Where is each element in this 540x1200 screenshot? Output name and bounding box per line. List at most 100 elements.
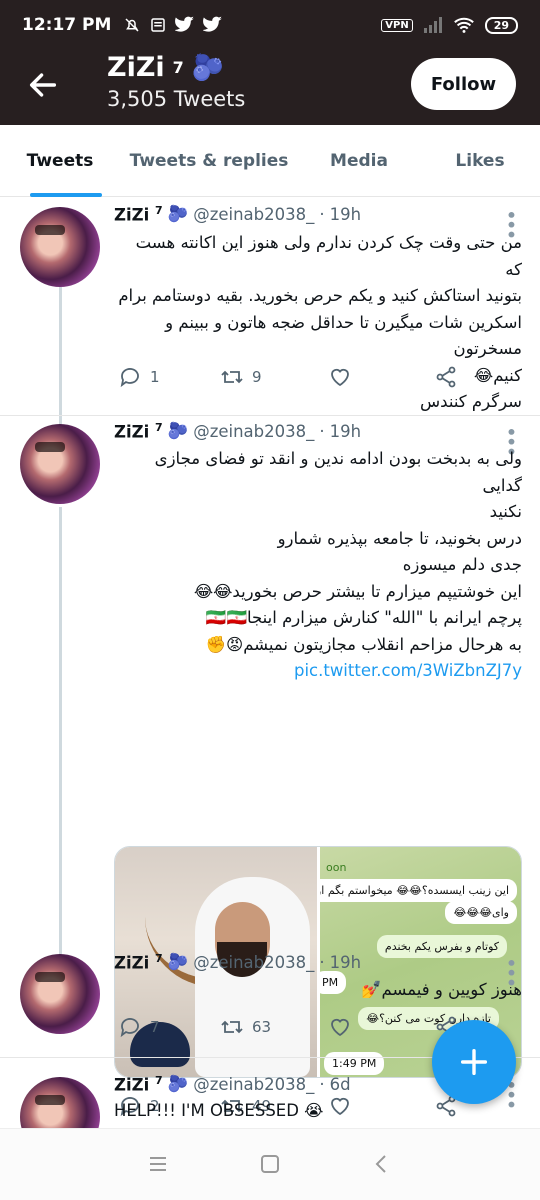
tweet-meta: ZiZi 7 🫐 @zeinab2038_ · 19h xyxy=(114,952,361,973)
status-bar: 12:17 PM VPN 29 xyxy=(0,0,540,50)
author-sup: 7 xyxy=(155,1074,163,1087)
chat-sender: oon xyxy=(326,861,347,874)
reply-count: 1 xyxy=(150,368,160,386)
follow-button[interactable]: Follow xyxy=(411,58,516,110)
tweet-actions: 1 9 xyxy=(114,362,494,392)
blueberry-emoji: 🫐 xyxy=(191,52,225,83)
mute-bell-icon xyxy=(125,18,139,32)
tweet-line: بتونید استاکش کنید و یکم حرص بخورید. بقی… xyxy=(118,286,522,305)
tweet-meta: ZiZi 7 🫐 @zeinab2038_ · 19h xyxy=(114,421,361,442)
tweet-actions: 7 63 xyxy=(114,1012,494,1042)
author-name-text: ZiZi xyxy=(114,205,150,225)
wifi-icon xyxy=(453,17,474,33)
like-button[interactable] xyxy=(328,1015,360,1039)
tweet-time: 6d xyxy=(329,1074,351,1094)
compose-tweet-button[interactable] xyxy=(432,1020,516,1104)
meta-dot: · xyxy=(319,1074,325,1094)
tweet-time: 19h xyxy=(329,421,362,441)
share-icon xyxy=(436,366,456,388)
tab-media[interactable]: Media xyxy=(298,125,420,197)
plus-icon xyxy=(460,1048,488,1076)
chat-bubble: وای😂😂😂 xyxy=(445,901,517,924)
reply-icon xyxy=(120,1018,139,1038)
avatar[interactable] xyxy=(20,1077,100,1128)
avatar[interactable] xyxy=(20,954,100,1034)
tweet-line: نکنید xyxy=(489,502,522,521)
reply-button[interactable]: 7 xyxy=(118,1015,160,1039)
author-name: ZiZi 7 xyxy=(114,952,163,973)
tab-tweets-label: Tweets xyxy=(26,151,94,171)
retweet-icon xyxy=(221,1020,243,1034)
tweet-count: 3,505 Tweets xyxy=(107,87,246,111)
author-handle: @zeinab2038_ xyxy=(193,1074,315,1094)
tweet-line: من حتی وقت چک کردن ندارم ولی هنوز این اک… xyxy=(135,233,522,279)
recents-menu-icon[interactable] xyxy=(147,1153,169,1175)
tab-tweets-replies-label: Tweets & replies xyxy=(129,151,289,171)
tweet-text: ولی به بدبخت بودن ادامه ندین و انقد تو ف… xyxy=(114,446,522,685)
share-button[interactable] xyxy=(434,365,458,389)
author-name: ZiZi 7 xyxy=(114,204,163,225)
tab-active-indicator xyxy=(30,193,102,197)
system-icons: VPN 29 xyxy=(381,16,518,34)
back-chevron-icon[interactable] xyxy=(371,1153,393,1175)
news-icon xyxy=(151,18,166,32)
twitter-bird-icon xyxy=(175,16,195,32)
meta-dot: · xyxy=(319,421,325,441)
tweet-time: 19h xyxy=(329,204,362,224)
author-handle: @zeinab2038_ xyxy=(193,204,315,224)
home-square-icon[interactable] xyxy=(259,1153,281,1175)
tab-tweets-replies[interactable]: Tweets & replies xyxy=(120,125,298,197)
profile-header: ZiZi 7 🫐 3,505 Tweets Follow xyxy=(0,50,540,125)
retweet-button[interactable]: 63 xyxy=(220,1015,271,1039)
avatar[interactable] xyxy=(20,424,100,504)
tweet-line: به هرحال مزاحم انقلاب مجازیتون نمیشم😡✊ xyxy=(205,634,522,654)
tweet-meta: ZiZi 7 🫐 @zeinab2038_ · 19h xyxy=(114,204,361,225)
reply-button[interactable]: 1 xyxy=(118,365,160,389)
vpn-badge: VPN xyxy=(381,18,413,32)
author-handle: @zeinab2038_ xyxy=(193,421,315,441)
author-emoji: 🫐 xyxy=(167,952,189,972)
like-button[interactable] xyxy=(328,365,360,389)
tweet-divider xyxy=(0,415,540,416)
thread-line-2 xyxy=(59,507,62,955)
profile-name-sup: 7 xyxy=(172,58,184,77)
signal-icon xyxy=(423,17,442,33)
profile-tabs: Tweets Tweets & replies Media Likes xyxy=(0,125,540,197)
header-title-block: ZiZi 7 🫐 3,505 Tweets xyxy=(107,52,245,111)
tweet-line: پرچم ایرانم با "الله" کنارش میزارم اینجا… xyxy=(205,608,522,627)
tweet-line: ولی به بدبخت بودن ادامه ندین و انقد تو ف… xyxy=(154,449,522,495)
battery-indicator: 29 xyxy=(484,16,518,34)
author-sup: 7 xyxy=(155,204,163,217)
tweet-meta: ZiZi 7 🫐 @zeinab2038_ · 6d xyxy=(114,1074,351,1095)
tweet-time: 19h xyxy=(329,952,362,972)
author-name: ZiZi 7 xyxy=(114,421,163,442)
notification-icons xyxy=(123,16,223,34)
tweet-line: درس بخونید، تا جامعه بپذیره شمارو xyxy=(277,528,522,548)
thread-line-1 xyxy=(59,287,62,442)
twitter-bird-icon-2 xyxy=(203,16,223,32)
tab-tweets[interactable]: Tweets xyxy=(0,125,120,197)
author-name-text: ZiZi xyxy=(114,1075,150,1095)
chat-bubble: این زینب ایسسده؟😂😂 میخواستم بگم او xyxy=(320,879,517,902)
author-name: ZiZi 7 xyxy=(114,1074,163,1095)
retweet-count: 9 xyxy=(252,368,262,386)
tweet-line: هنوز کویین و فیمسم💅 xyxy=(360,980,522,999)
tweet-media-link[interactable]: pic.twitter.com/3WiZbnZJ7y xyxy=(294,661,522,680)
reply-count: 7 xyxy=(150,1018,160,1036)
tab-likes[interactable]: Likes xyxy=(420,125,540,197)
author-handle: @zeinab2038_ xyxy=(193,952,315,972)
avatar[interactable] xyxy=(20,207,100,287)
chat-bubble: کوتام و بفرس یکم بخندم xyxy=(376,935,507,958)
tab-likes-label: Likes xyxy=(455,151,505,171)
heart-icon xyxy=(331,1018,349,1037)
tweet-line: جدی دلم میسوزه xyxy=(402,555,522,574)
tweet-text: هنوز کویین و فیمسم💅 xyxy=(114,977,522,1004)
tweet-line: این خوشتیپم میزارم تا بیشتر حرص بخورید😂😂 xyxy=(193,581,522,601)
retweet-button[interactable]: 9 xyxy=(220,365,262,389)
author-emoji: 🫐 xyxy=(167,421,189,441)
back-arrow-icon[interactable] xyxy=(26,68,60,102)
system-navigation-bar xyxy=(0,1128,540,1200)
status-time: 12:17 PM xyxy=(22,15,112,35)
retweet-icon xyxy=(221,370,243,384)
reply-icon xyxy=(120,368,139,388)
